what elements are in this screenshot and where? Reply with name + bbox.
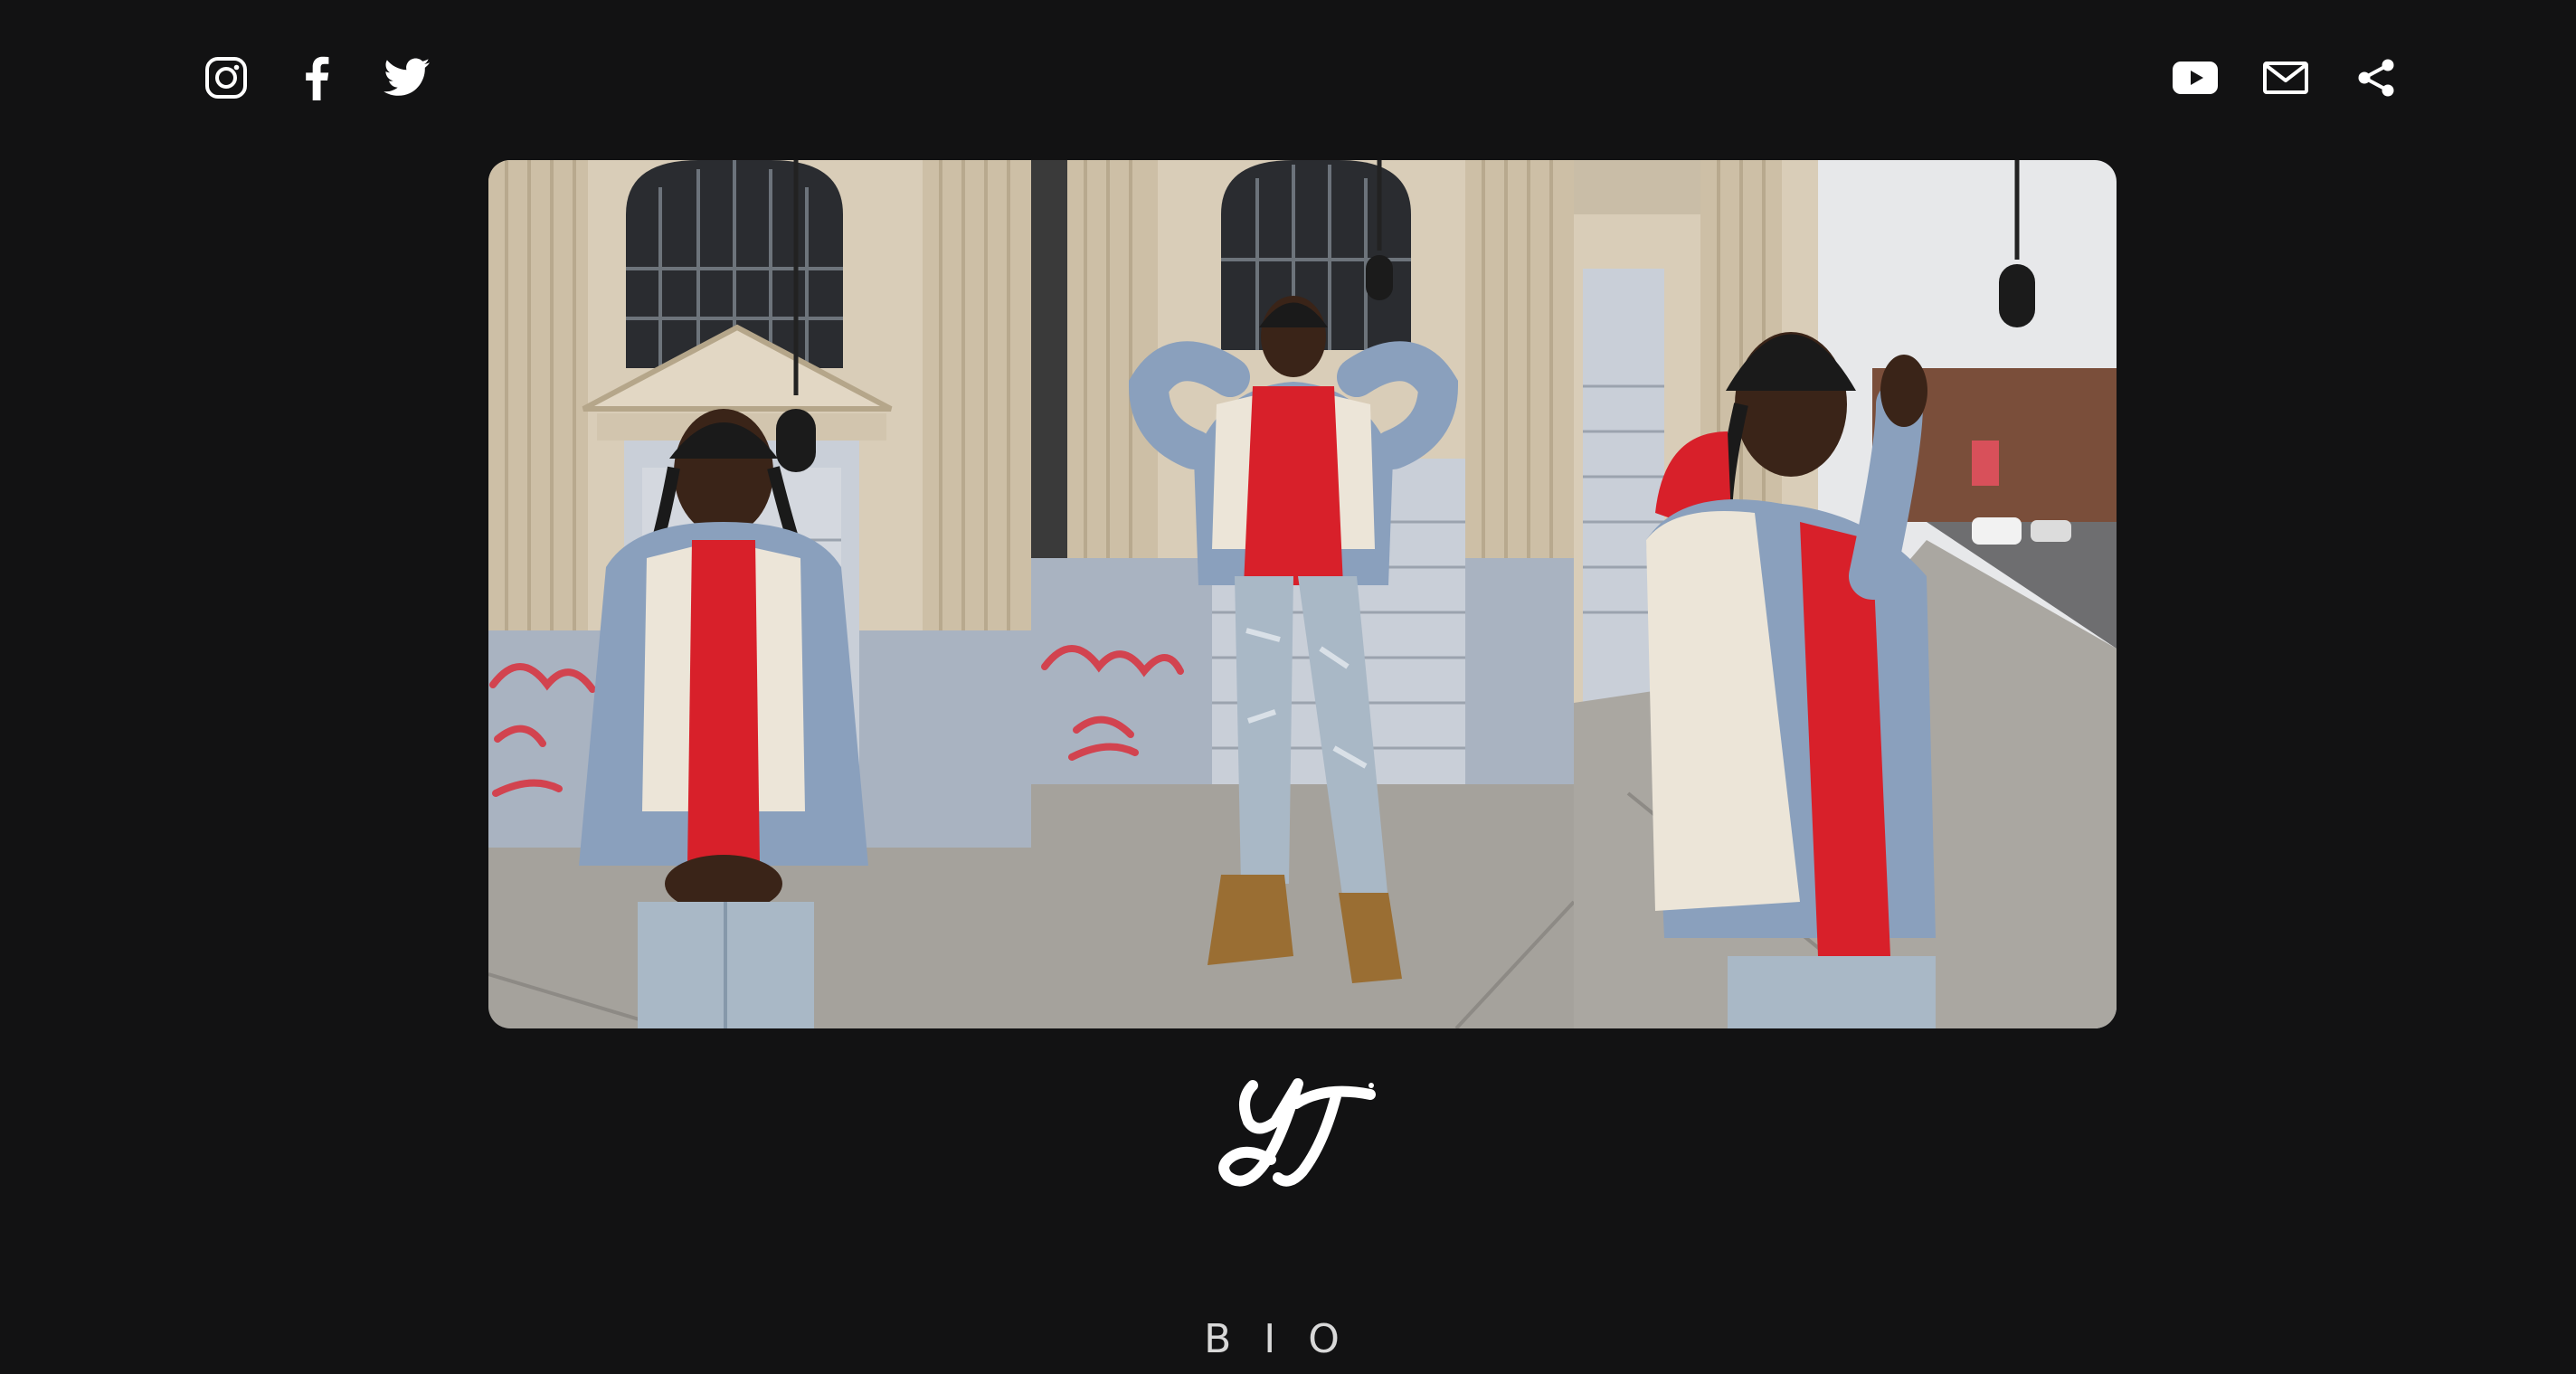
share-link[interactable] [2351, 52, 2401, 103]
instagram-icon [205, 57, 247, 99]
share-icon [2358, 59, 2394, 97]
bio-section-heading: BIO [1204, 1316, 1372, 1362]
social-links-left [201, 52, 472, 103]
email-link[interactable] [2260, 52, 2311, 103]
twitter-link[interactable] [382, 52, 432, 103]
hero-photo-panel-right [1574, 160, 2117, 1028]
yt-monogram-logo-icon [1218, 1078, 1376, 1187]
page: BIO [0, 0, 2576, 1374]
facebook-link[interactable] [291, 52, 342, 103]
brand-logo[interactable] [1217, 1058, 1379, 1194]
mail-icon [2263, 62, 2308, 94]
hero-photo-panel-center [1031, 160, 1574, 1028]
twitter-icon [384, 58, 430, 96]
facebook-icon [306, 56, 329, 100]
hero-photo-strip [488, 160, 2117, 1028]
youtube-icon [2173, 62, 2218, 94]
instagram-link[interactable] [201, 52, 251, 103]
youtube-link[interactable] [2170, 52, 2221, 103]
social-links-right [2130, 52, 2401, 103]
hero-photo-panel-left [488, 160, 1031, 1028]
